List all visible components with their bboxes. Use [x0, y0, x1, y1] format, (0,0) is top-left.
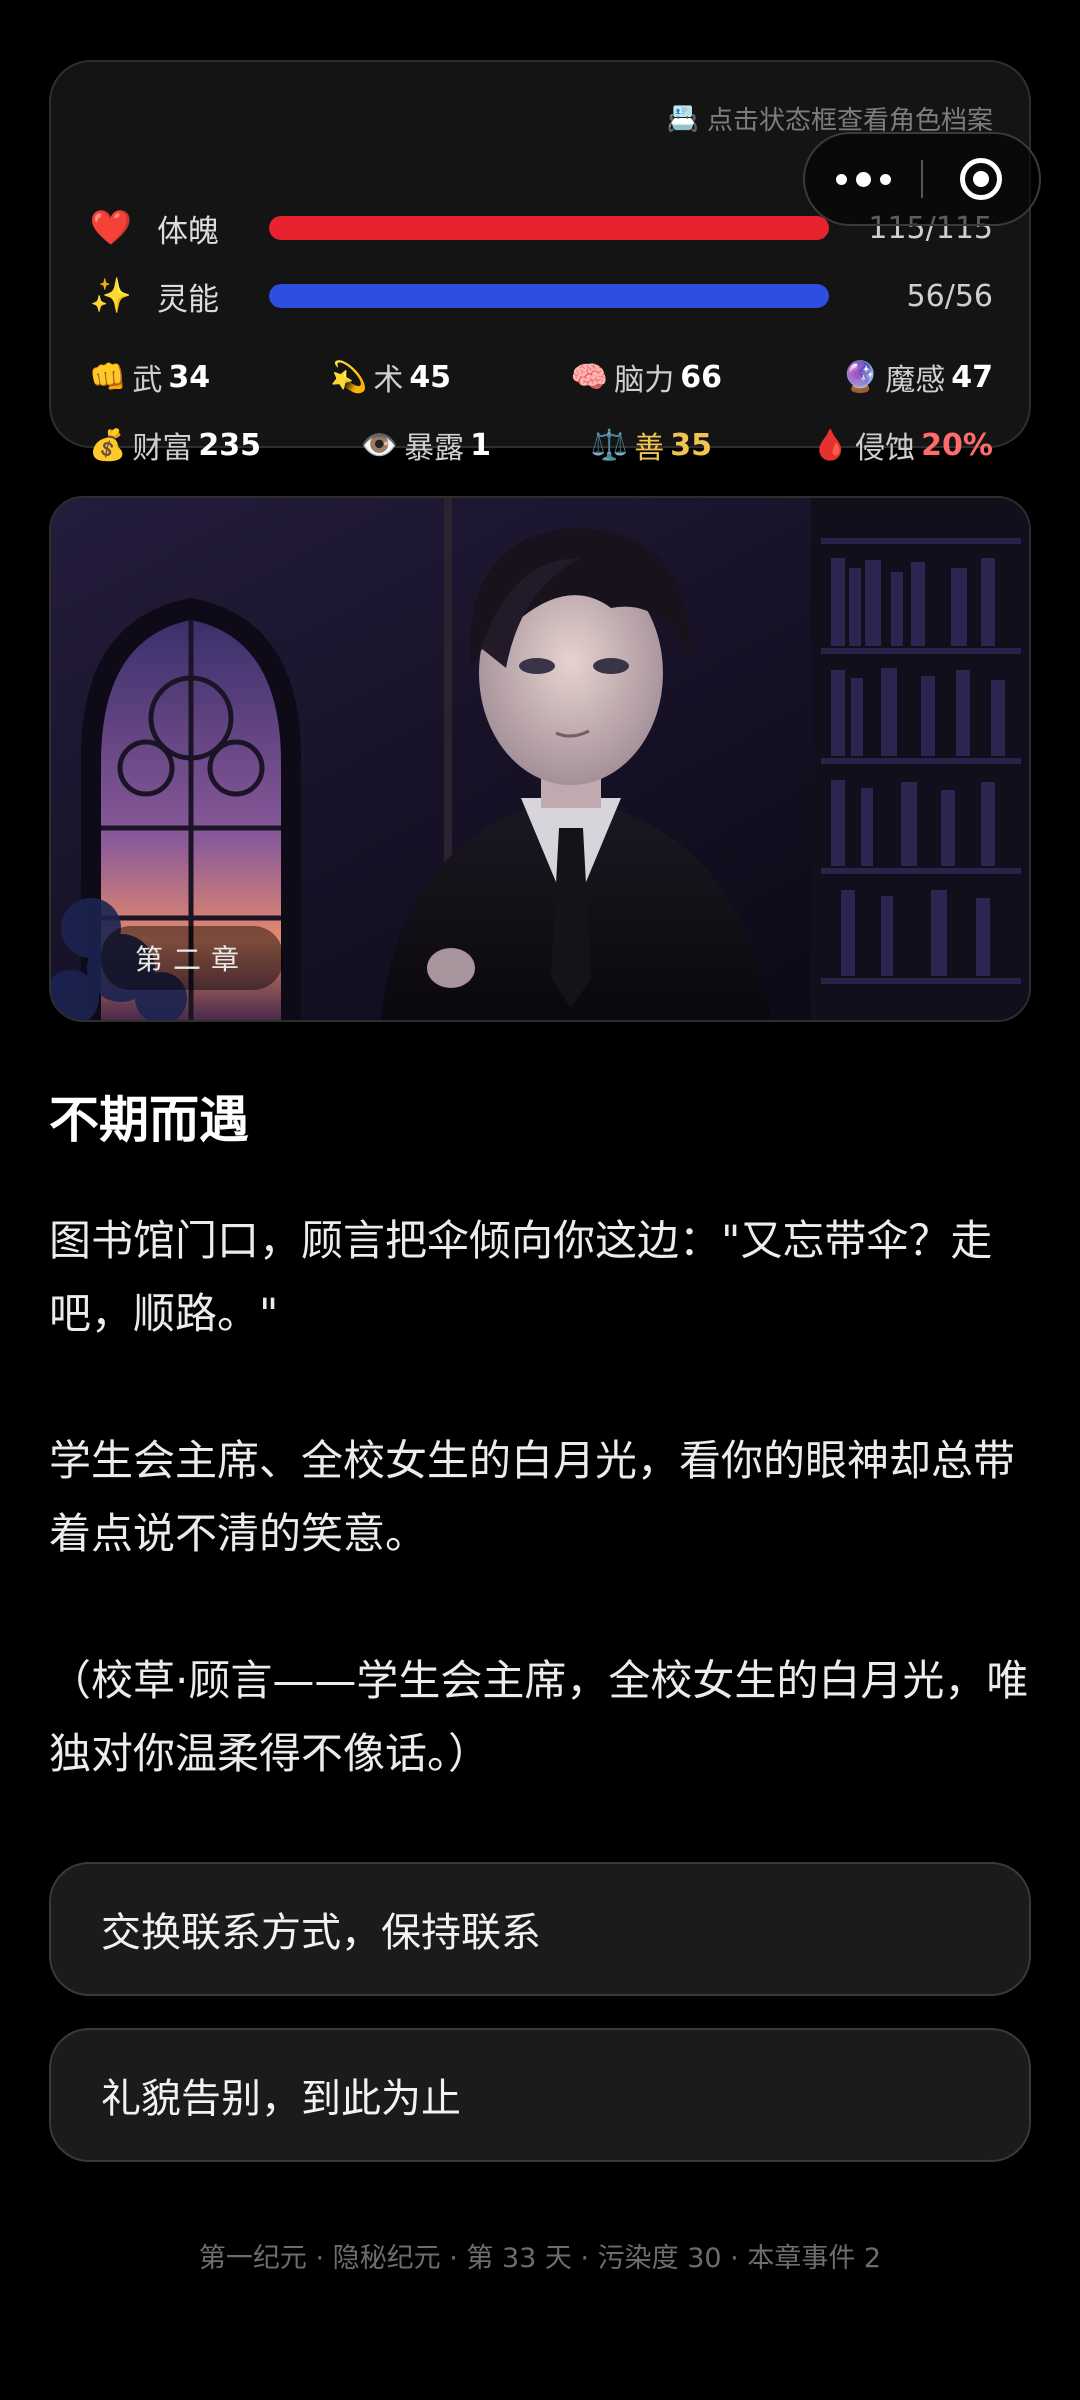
- attr-value: 35: [670, 427, 712, 463]
- brain-icon: 🧠: [570, 359, 609, 395]
- sp-bar: [269, 284, 829, 308]
- attr-corrosion: 🩸 侵蚀 20%: [812, 423, 993, 467]
- attr-value: 235: [198, 427, 261, 463]
- scales-icon: ⚖️: [590, 427, 629, 463]
- dizzy-star-icon: 💫: [329, 359, 368, 395]
- sp-row: ✨ 灵能 56/56: [89, 268, 993, 324]
- attr-value: 1: [470, 427, 492, 463]
- sp-value: 56/56: [906, 278, 993, 314]
- attr-value: 66: [680, 359, 723, 395]
- hp-bar-fill: [269, 216, 829, 240]
- choice-exchange-contacts-button[interactable]: 交换联系方式，保持联系: [49, 1862, 1031, 1996]
- sp-label: 灵能: [157, 281, 219, 318]
- attr-label: 侵蚀: [855, 431, 916, 466]
- story-paragraph: 图书馆门口，顾言把伞倾向你这边："又忘带伞？走吧，顺路。": [49, 1216, 993, 1338]
- more-dot-icon: [879, 173, 891, 185]
- attr-magic-sense: 🔮 魔感 47: [842, 355, 993, 399]
- attr-intellect: 🧠 脑力 66: [571, 355, 722, 399]
- sparkles-icon: ✨: [89, 276, 133, 316]
- more-dot-icon: [855, 171, 871, 187]
- sp-bar-fill: [269, 284, 829, 308]
- hp-bar: [269, 216, 829, 240]
- crystal-ball-icon: 🔮: [841, 359, 880, 395]
- attributes-row-1: 👊 武 34 💫 术 45 🧠 脑力 66 🔮 魔感 47: [89, 352, 993, 402]
- attr-wealth: 💰 财富 235: [89, 423, 261, 467]
- target-circle-icon: [959, 158, 1002, 200]
- status-panel[interactable]: 📇 点击状态框查看角色档案 ❤️ 体魄 115/115 ✨ 灵能 56/56 👊…: [49, 60, 1031, 466]
- hp-label: 体魄: [157, 213, 219, 250]
- attr-exposure: 👁️ 暴露 1: [361, 423, 491, 467]
- chapter-badge: 第二章: [101, 926, 284, 990]
- id-card-icon: 📇: [666, 103, 699, 134]
- story-paragraph: 学生会主席、全校女生的白月光，看你的眼神却总带着点说不清的笑意。: [49, 1436, 1016, 1558]
- attr-label: 魔感: [885, 363, 946, 398]
- story-title: 不期而遇: [49, 1091, 249, 1149]
- close-miniprogram-button[interactable]: [923, 158, 1039, 200]
- attr-value: 20%: [921, 427, 993, 463]
- attr-value: 45: [409, 359, 452, 395]
- attr-label: 暴露: [404, 431, 465, 466]
- attr-label: 善: [634, 431, 665, 466]
- miniprogram-capsule: [803, 132, 1041, 226]
- game-status-footer: 第一纪元 · 隐秘纪元 · 第 33 天 · 污染度 30 · 本章事件 2: [198, 2243, 882, 2274]
- attr-label: 脑力: [614, 363, 675, 398]
- attr-label: 财富: [132, 431, 193, 466]
- attr-good: ⚖️ 善 35: [591, 423, 712, 467]
- attr-martial: 👊 武 34: [89, 355, 210, 399]
- attr-value: 34: [168, 359, 211, 395]
- blood-drop-icon: 🩸: [811, 427, 850, 463]
- story-paragraph: （校草·顾言——学生会主席，全校女生的白月光，唯独对你温柔得不像话。）: [49, 1656, 1029, 1778]
- more-options-button[interactable]: [805, 171, 921, 187]
- attr-arts: 💫 术 45: [330, 355, 451, 399]
- fist-icon: 👊: [89, 359, 127, 395]
- money-bag-icon: 💰: [89, 427, 127, 463]
- eye-icon: 👁️: [360, 427, 399, 463]
- choice-polite-farewell-button[interactable]: 礼貌告别，到此为止: [49, 2028, 1031, 2162]
- attr-value: 47: [951, 359, 993, 395]
- attr-label: 术: [373, 363, 404, 398]
- attr-label: 武: [132, 363, 163, 398]
- chapter-illustration: 第二章: [49, 496, 1031, 1022]
- attributes-row-2: 💰 财富 235 👁️ 暴露 1 ⚖️ 善 35 🩸 侵蚀 20%: [89, 420, 993, 470]
- heart-icon: ❤️: [89, 208, 133, 248]
- more-dot-icon: [835, 173, 847, 185]
